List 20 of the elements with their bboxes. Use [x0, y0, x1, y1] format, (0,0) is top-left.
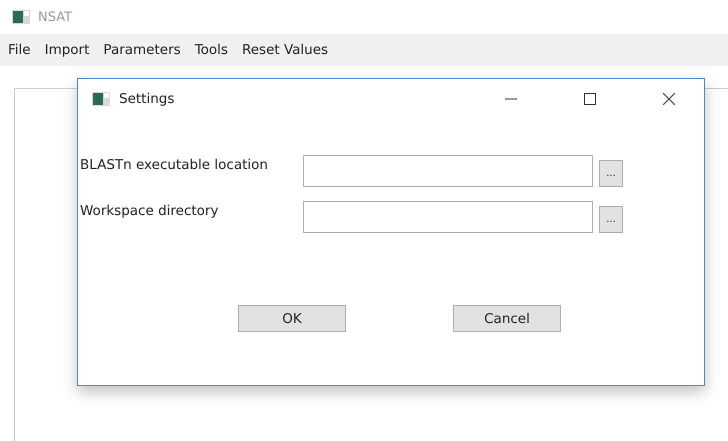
- cancel-button[interactable]: Cancel: [453, 305, 561, 332]
- menu-item[interactable]: Import: [38, 40, 96, 60]
- browse-button[interactable]: ...: [599, 206, 623, 233]
- app-icon: [12, 10, 30, 24]
- field-label: Workspace directory: [80, 202, 220, 221]
- close-icon[interactable]: [663, 93, 675, 105]
- menu-item[interactable]: File: [2, 40, 37, 60]
- window-title: NSAT: [38, 10, 72, 24]
- app-icon: [92, 92, 110, 106]
- browse-button[interactable]: ...: [599, 160, 623, 187]
- maximize-icon[interactable]: [584, 93, 596, 105]
- input-field[interactable]: [303, 155, 593, 187]
- minimize-icon[interactable]: [505, 98, 517, 100]
- ok-button[interactable]: OK: [238, 305, 346, 332]
- menu-item[interactable]: Parameters: [97, 40, 187, 60]
- dialog-title: Settings: [119, 91, 176, 107]
- input-field[interactable]: [303, 201, 593, 233]
- menu-item[interactable]: Reset Values: [236, 40, 334, 60]
- menu-item[interactable]: Tools: [188, 40, 234, 60]
- field-label: BLASTn executable location: [80, 156, 269, 175]
